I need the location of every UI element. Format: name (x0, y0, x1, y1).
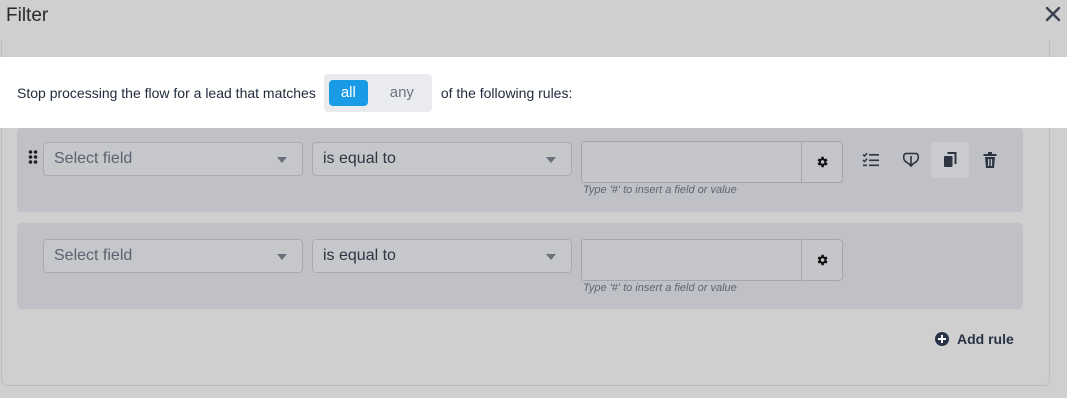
match-suffix-text: of the following rules: (440, 84, 573, 101)
value-settings-button[interactable] (801, 141, 843, 183)
duplicate-rule-button[interactable] (931, 142, 969, 178)
match-any-option[interactable]: any (382, 80, 422, 106)
value-settings-button[interactable] (801, 239, 843, 281)
drag-handle-icon[interactable] (28, 150, 38, 164)
field-select[interactable]: Select field (43, 142, 303, 176)
chevron-down-icon (546, 157, 556, 163)
insert-below-button[interactable] (892, 142, 930, 178)
field-select-value: Select field (54, 150, 133, 167)
gear-icon (817, 254, 828, 266)
chevron-down-icon (277, 254, 287, 260)
gear-icon (817, 156, 828, 168)
dialog-title: Filter (6, 5, 49, 26)
operator-select[interactable]: is equal to (312, 142, 572, 176)
operator-select[interactable]: is equal to (312, 239, 572, 273)
copy-icon (944, 152, 957, 167)
value-hint: Type '#' to insert a field or value (583, 282, 737, 294)
value-input[interactable] (581, 141, 803, 183)
value-hint: Type '#' to insert a field or value (583, 184, 737, 196)
operator-select-value: is equal to (323, 247, 396, 264)
match-mode-row: Stop processing the flow for a lead that… (0, 57, 1067, 128)
field-select[interactable]: Select field (43, 239, 303, 273)
add-rule-label: Add rule (957, 331, 1014, 347)
operator-select-value: is equal to (323, 150, 396, 167)
conditions-list-button[interactable] (852, 142, 890, 178)
insert-below-icon (903, 152, 919, 168)
match-all-option[interactable]: all (328, 79, 368, 106)
delete-rule-button[interactable] (971, 142, 1009, 178)
match-prefix-text: Stop processing the flow for a lead that… (17, 84, 316, 101)
close-icon (1045, 6, 1061, 22)
rule-row: Select field is equal to Type '#' to ins… (17, 223, 1023, 309)
chevron-down-icon (546, 254, 556, 260)
checklist-icon (862, 152, 879, 167)
close-button[interactable] (1043, 4, 1063, 24)
value-input[interactable] (581, 239, 803, 281)
add-rule-button[interactable]: Add rule (935, 331, 1014, 347)
rule-row: Select field is equal to Type '#' to ins… (17, 128, 1023, 212)
field-select-value: Select field (54, 247, 133, 264)
chevron-down-icon (277, 157, 287, 163)
trash-icon (983, 152, 997, 168)
match-mode-toggle: all any (323, 73, 432, 112)
plus-circle-icon (935, 332, 949, 346)
